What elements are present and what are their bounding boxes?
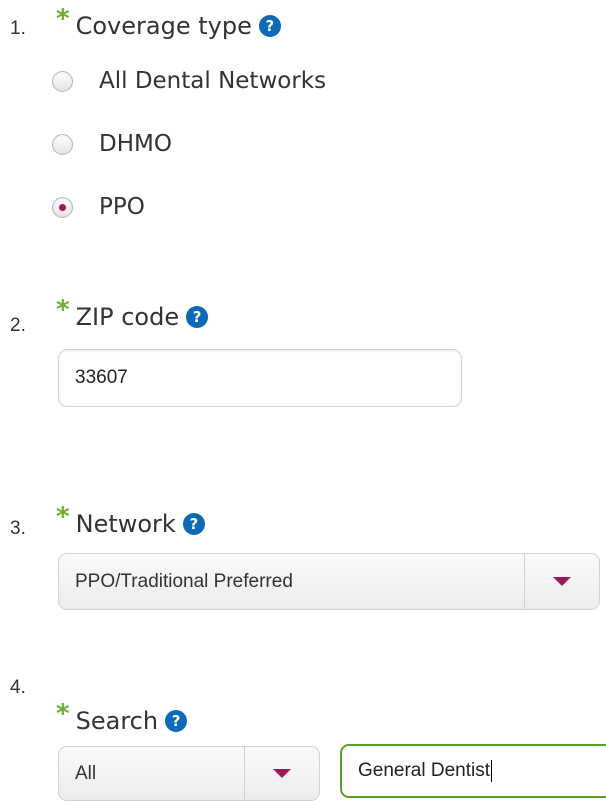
help-icon[interactable]: ? — [165, 710, 188, 732]
zip-code-input[interactable]: 33607 — [58, 349, 462, 407]
network-label: * Network ? — [56, 502, 205, 539]
search-label-text: Search — [75, 707, 159, 735]
radio-option-all-dental-networks[interactable]: All Dental Networks — [52, 68, 326, 94]
caret-down-icon — [553, 577, 571, 586]
step-number-1: 1. — [10, 18, 26, 39]
radio-label: All Dental Networks — [99, 68, 327, 94]
zip-code-label: * ZIP code ? — [56, 295, 209, 332]
step-number-2: 2. — [10, 315, 26, 336]
radio-button[interactable] — [52, 133, 73, 155]
help-icon[interactable]: ? — [258, 15, 281, 37]
search-type-select-value: All — [75, 762, 97, 784]
zip-code-label-text: ZIP code — [75, 303, 180, 331]
network-select[interactable]: PPO/Traditional Preferred — [58, 553, 600, 610]
help-icon[interactable]: ? — [186, 306, 209, 328]
network-label-text: Network — [75, 510, 176, 538]
required-asterisk-icon: * — [56, 295, 70, 325]
radio-button-selected[interactable] — [52, 196, 73, 218]
radio-button[interactable] — [52, 70, 73, 92]
search-type-select[interactable]: All — [58, 746, 320, 801]
caret-down-icon — [273, 769, 291, 778]
search-type-dropdown-toggle[interactable] — [244, 747, 319, 800]
text-cursor — [491, 760, 493, 782]
required-asterisk-icon: * — [56, 4, 70, 34]
radio-option-ppo[interactable]: PPO — [52, 194, 145, 220]
radio-label: DHMO — [99, 131, 172, 157]
step-number-4: 4. — [10, 677, 26, 698]
radio-label: PPO — [99, 194, 145, 220]
network-dropdown-toggle[interactable] — [524, 554, 599, 609]
step-number-3: 3. — [10, 518, 26, 539]
network-select-value: PPO/Traditional Preferred — [75, 570, 293, 592]
coverage-type-label-text: Coverage type — [75, 12, 252, 40]
required-asterisk-icon: * — [56, 502, 70, 532]
search-query-text: General Dentist — [358, 760, 491, 781]
help-icon[interactable]: ? — [182, 513, 205, 535]
search-query-input[interactable]: General Dentist — [340, 744, 606, 798]
search-label: * Search ? — [56, 699, 188, 736]
required-asterisk-icon: * — [56, 699, 70, 729]
coverage-type-label: * Coverage type ? — [56, 4, 281, 41]
radio-option-dhmo[interactable]: DHMO — [52, 131, 172, 157]
